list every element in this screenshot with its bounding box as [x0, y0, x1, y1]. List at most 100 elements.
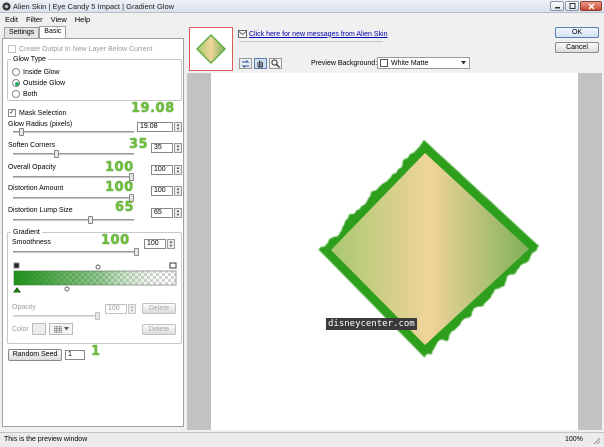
pan-tool-button[interactable] [254, 58, 267, 69]
random-seed-button[interactable]: Random Seed [8, 349, 62, 361]
soften-corners-spinner[interactable]: ▲ ▼ [174, 143, 182, 153]
soften-corners-annotation: 35 [129, 137, 149, 152]
preview-background-select[interactable]: White Matte [377, 57, 470, 69]
lump-size-label: Distortion Lump Size [8, 207, 73, 214]
smoothness-slider-thumb[interactable] [134, 248, 139, 256]
opacity-slider-thumb[interactable] [95, 312, 100, 320]
lump-size-slider-thumb[interactable] [88, 216, 94, 224]
distortion-amount-spinner[interactable]: ▲ ▼ [174, 186, 182, 196]
mask-selection-checkbox[interactable] [8, 108, 16, 117]
smoothness-label: Smoothness [12, 239, 51, 246]
link-divider [239, 41, 383, 42]
close-button[interactable] [580, 1, 602, 11]
glow-radius-input[interactable]: 19.08 [137, 122, 173, 132]
smoothness-input[interactable]: 100 [144, 239, 166, 249]
menu-edit[interactable]: Edit [5, 14, 18, 25]
distortion-amount-label: Distortion Amount [8, 185, 64, 192]
menu-filter[interactable]: Filter [26, 14, 43, 25]
tab-basic[interactable]: Basic [39, 26, 67, 38]
watermark: disneycenter.com [326, 318, 417, 330]
outside-glow-label: Outside Glow [23, 79, 66, 87]
soften-corners-label: Soften Corners [8, 142, 56, 149]
opacity-spinner[interactable]: ▲ ▼ [128, 304, 136, 314]
messages-link[interactable]: Click here for new messages from Alien S… [249, 31, 388, 38]
dropdown-arrow-icon [63, 327, 69, 331]
distortion-amount-slider[interactable] [13, 197, 134, 199]
opacity-slider[interactable] [13, 315, 98, 317]
soften-corners-slider-thumb[interactable] [53, 150, 59, 158]
inside-glow-label: Inside Glow [23, 68, 60, 76]
color-picker-dropdown[interactable] [49, 323, 73, 335]
create-output-checkbox[interactable] [8, 45, 16, 53]
lump-size-spinner[interactable]: ▲ ▼ [174, 208, 182, 218]
swap-preview-button[interactable] [239, 58, 252, 69]
glow-radius-spinner[interactable]: ▲ ▼ [174, 122, 182, 132]
delete-color-stop-button[interactable]: Delete [142, 324, 176, 335]
basic-settings-panel: Create Output In New Layer Below Current… [2, 38, 184, 427]
lump-size-slider[interactable] [13, 219, 134, 221]
diamond-shape [331, 153, 529, 345]
status-text: This is the preview window [4, 436, 88, 443]
close-icon [588, 3, 594, 9]
lump-size-annotation: 65 [115, 200, 135, 215]
opacity-midpoint[interactable] [95, 264, 101, 270]
outside-glow-radio[interactable] [12, 79, 20, 87]
gradient-bar[interactable] [14, 271, 176, 285]
glow-radius-slider-thumb[interactable] [18, 128, 24, 136]
delete-opacity-stop-button[interactable]: Delete [142, 303, 176, 314]
overall-opacity-spinner[interactable]: ▲ ▼ [174, 165, 182, 175]
app-icon [2, 2, 11, 11]
resize-grip-icon[interactable] [592, 436, 601, 445]
background-swatch [380, 59, 388, 67]
menu-help[interactable]: Help [75, 14, 90, 25]
preview-tools [239, 58, 282, 69]
soften-corners-input[interactable]: 35 [151, 143, 173, 153]
random-seed-annotation: 1 [91, 344, 101, 359]
color-midpoint[interactable] [64, 286, 70, 292]
random-seed-input[interactable]: 1 [65, 350, 85, 360]
mask-selection-label: Mask Selection [19, 109, 67, 117]
opacity-label: Opacity [12, 304, 36, 311]
minimize-button[interactable] [550, 1, 564, 11]
preview-background-value: White Matte [391, 59, 429, 67]
soften-corners-slider[interactable] [13, 153, 134, 155]
glow-radius-slider[interactable] [13, 131, 134, 133]
hand-pan-icon [257, 60, 263, 68]
ok-button[interactable]: OK [555, 27, 599, 38]
maximize-button[interactable] [565, 1, 579, 11]
distortion-amount-input[interactable]: 100 [151, 186, 173, 196]
glow-radius-annotation: 19.08 [131, 101, 175, 116]
lump-size-input[interactable]: 65 [151, 208, 173, 218]
preview-background-label: Preview Background: [311, 60, 378, 67]
status-bar: This is the preview window 100% [0, 432, 604, 447]
color-stop-start[interactable] [13, 287, 21, 293]
title-bar: Alien Skin | Eye Candy 5 Impact | Gradie… [0, 0, 604, 13]
overall-opacity-label: Overall Opacity [8, 164, 56, 171]
minimize-icon [554, 7, 560, 9]
opacity-stop-start[interactable] [13, 262, 20, 269]
both-radio[interactable] [12, 90, 20, 98]
overall-opacity-input[interactable]: 100 [151, 165, 173, 175]
smoothness-spinner[interactable]: ▲ ▼ [167, 239, 175, 249]
zoom-level: 100% [565, 436, 583, 443]
preview-canvas[interactable]: disneycenter.com [211, 73, 578, 430]
tab-settings[interactable]: Settings [4, 27, 40, 38]
opacity-stop-end[interactable] [169, 262, 177, 269]
preview-thumbnail[interactable] [189, 27, 233, 71]
menu-bar: Edit Filter View Help [0, 14, 604, 25]
gradient-editor[interactable] [12, 261, 182, 299]
menu-view[interactable]: View [51, 14, 67, 25]
chevron-down-icon [461, 61, 466, 65]
smoothness-slider[interactable] [13, 251, 139, 253]
inside-glow-radio[interactable] [12, 68, 20, 76]
opacity-input[interactable]: 100 [105, 304, 127, 314]
create-output-label: Create Output In New Layer Below Current [19, 45, 153, 53]
preview-image [319, 141, 541, 358]
overall-opacity-slider[interactable] [13, 176, 134, 178]
zoom-tool-button[interactable] [269, 58, 282, 69]
cancel-button[interactable]: Cancel [555, 42, 599, 53]
glow-type-legend: Glow Type [11, 56, 48, 63]
palette-grid-icon [53, 325, 62, 333]
thumbnail-diamond [195, 33, 227, 65]
color-swatch[interactable] [32, 323, 46, 335]
